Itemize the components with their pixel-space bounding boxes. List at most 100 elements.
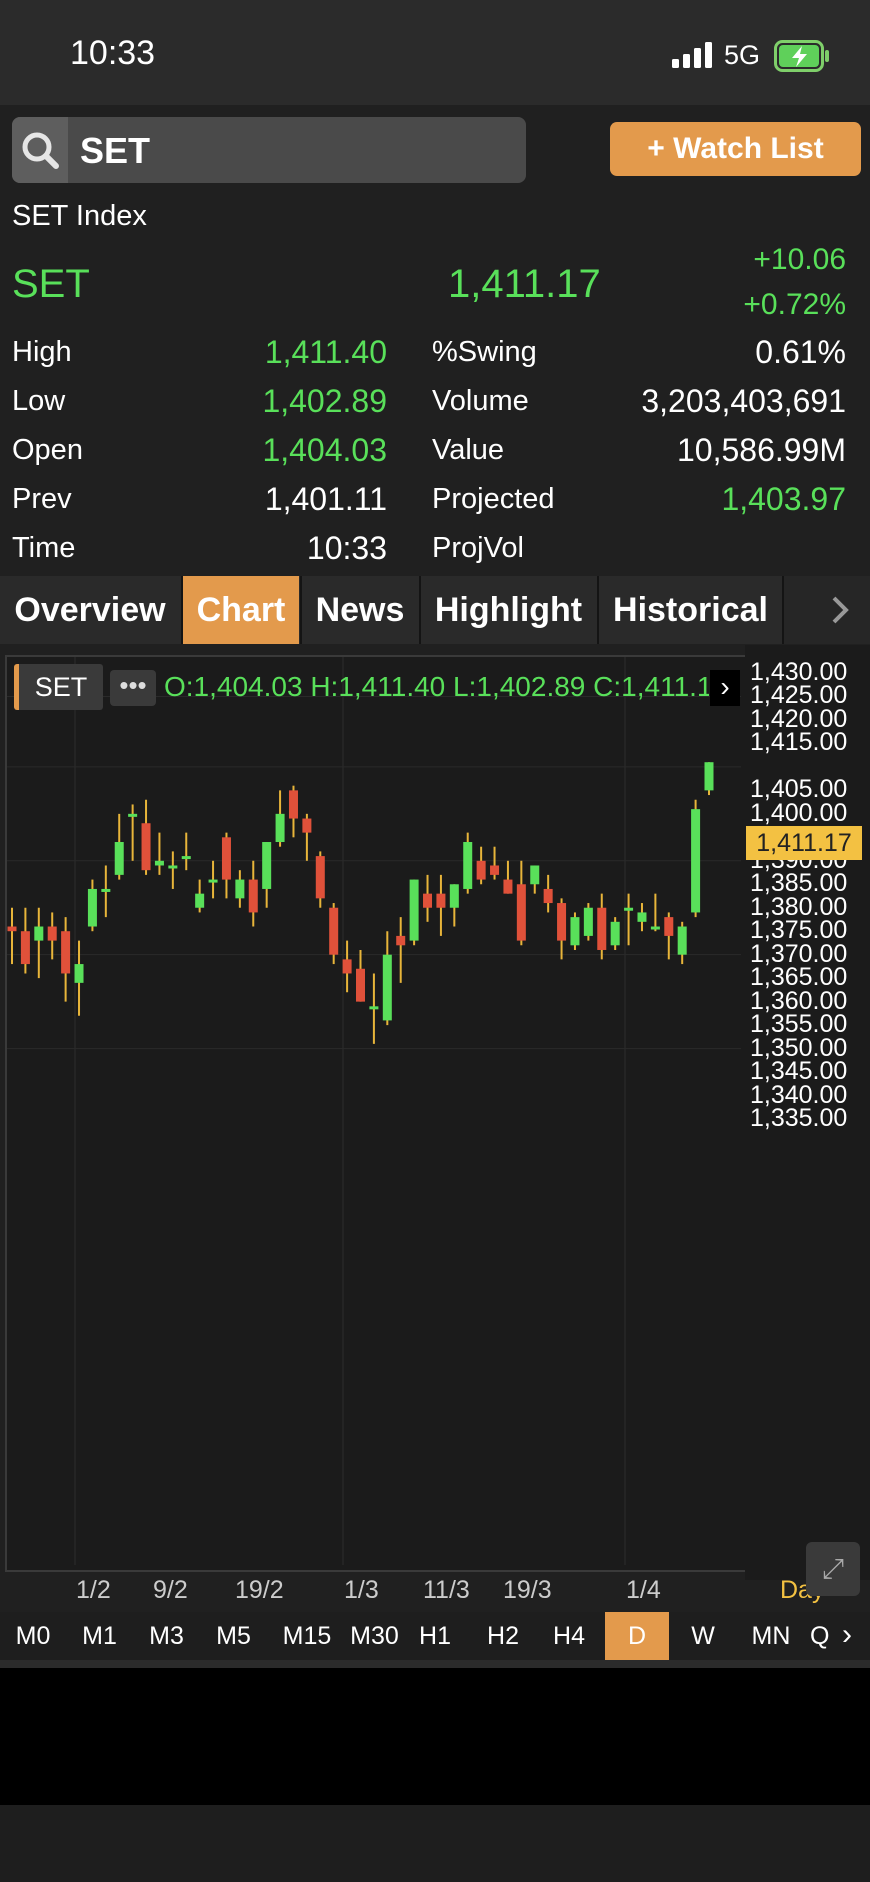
candle	[7, 926, 17, 932]
tab-historical[interactable]: Historical	[599, 576, 782, 644]
timeframe-scroll-chevron-icon[interactable]: ›	[842, 1612, 870, 1660]
timeframe-m0[interactable]: M0	[0, 1612, 66, 1660]
candle	[154, 860, 164, 866]
candle	[704, 762, 714, 791]
candle	[342, 959, 352, 974]
candle	[61, 931, 71, 974]
stat-volume-label: Volume	[432, 385, 529, 417]
candle	[449, 884, 459, 908]
candle	[409, 879, 419, 941]
stat-value-label: Value	[432, 434, 505, 466]
search-icon[interactable]	[12, 117, 68, 183]
timeframe-d[interactable]: D	[605, 1612, 669, 1660]
candle	[396, 935, 406, 946]
timeframe-m30[interactable]: M30	[347, 1612, 402, 1660]
stat-time-label: Time	[12, 532, 76, 564]
candle	[329, 907, 339, 955]
timeframe-w[interactable]: W	[672, 1612, 734, 1660]
candle	[262, 842, 272, 889]
candle	[87, 888, 97, 927]
tab-highlight[interactable]: Highlight	[421, 576, 596, 644]
x-tick-label: 1/4	[626, 1576, 661, 1604]
candle	[315, 856, 325, 899]
timeframe-m15[interactable]: M15	[267, 1612, 347, 1660]
stat-low-value: 1,402.89	[262, 383, 387, 419]
last-price: 1,411.17	[448, 262, 601, 306]
tab-chart[interactable]: Chart	[183, 576, 299, 644]
candle	[557, 903, 567, 941]
timeframe-m5[interactable]: M5	[200, 1612, 267, 1660]
bottom-bar	[0, 1805, 870, 1882]
add-watch-list-button[interactable]: + Watch List	[610, 122, 861, 176]
network-type: 5G	[724, 40, 761, 70]
candle	[195, 893, 205, 908]
x-tick-label: 1/3	[344, 1576, 379, 1604]
candle	[168, 865, 178, 869]
y-tick-label: 1,415.00	[750, 728, 848, 757]
candle	[356, 968, 365, 1002]
candlestick-chart[interactable]	[0, 645, 745, 1580]
candle	[47, 926, 57, 941]
index-name: SET Index	[12, 200, 147, 232]
stat-time-value: 10:33	[306, 530, 387, 566]
candle	[597, 907, 607, 950]
timeframe-h2[interactable]: H2	[472, 1612, 534, 1660]
x-tick-label: 1/2	[76, 1576, 111, 1604]
candle	[288, 790, 298, 819]
stat-swing-label: %Swing	[432, 336, 537, 368]
candle	[128, 813, 138, 817]
candle	[677, 926, 687, 955]
stat-prev-label: Prev	[12, 483, 72, 515]
candle	[610, 921, 620, 946]
tab-news[interactable]: News	[302, 576, 418, 644]
stat-high-label: High	[12, 336, 72, 368]
timeframe-m1[interactable]: M1	[66, 1612, 133, 1660]
stat-projected-label: Projected	[432, 483, 555, 515]
stat-projvol-label: ProjVol	[432, 532, 524, 564]
candle	[664, 917, 674, 936]
candle	[476, 860, 486, 880]
timeframe-q[interactable]: Q	[810, 1612, 844, 1660]
candle	[114, 842, 124, 875]
legend-expand-chevron-icon[interactable]: ›	[710, 670, 740, 706]
price-change: +10.06	[753, 243, 846, 276]
timeframe-h4[interactable]: H4	[538, 1612, 600, 1660]
candle	[181, 856, 191, 860]
stat-projected-value: 1,403.97	[721, 481, 846, 517]
stat-prev-value: 1,401.11	[264, 481, 387, 517]
candle	[436, 893, 446, 908]
candle	[516, 884, 526, 941]
x-tick-label: 9/2	[153, 1576, 188, 1604]
x-tick-label: 19/3	[503, 1576, 552, 1604]
candle	[74, 964, 84, 983]
fullscreen-icon[interactable]: ⤢	[806, 1542, 860, 1596]
candle	[570, 917, 580, 946]
chart-legend-more-button[interactable]: •••	[110, 670, 156, 706]
candle	[235, 879, 245, 899]
status-time: 10:33	[70, 34, 156, 72]
candle	[369, 1006, 379, 1010]
chevron-right-icon	[832, 596, 849, 624]
candle	[490, 865, 500, 875]
candle	[624, 907, 634, 911]
candle	[101, 888, 111, 892]
chart-legend-symbol[interactable]: SET	[14, 664, 103, 710]
timeframe-m3[interactable]: M3	[133, 1612, 200, 1660]
quote-symbol: SET	[12, 262, 90, 306]
candle	[34, 926, 44, 941]
divider	[0, 1660, 870, 1668]
tabs-scroll-right-button[interactable]	[784, 576, 870, 644]
tab-overview[interactable]: Overview	[0, 576, 180, 644]
candle	[463, 842, 473, 889]
timeframe-h1[interactable]: H1	[405, 1612, 465, 1660]
stat-low-label: Low	[12, 385, 66, 417]
stat-swing-value: 0.61%	[755, 334, 846, 370]
battery-icon	[774, 40, 830, 77]
signal-icon	[672, 42, 716, 73]
x-tick-label: 11/3	[423, 1576, 470, 1604]
search-value[interactable]: SET	[80, 130, 150, 172]
timeframe-mn[interactable]: MN	[738, 1612, 804, 1660]
candle	[141, 823, 151, 871]
x-tick-label: 19/2	[235, 1576, 284, 1604]
candle	[275, 813, 285, 843]
